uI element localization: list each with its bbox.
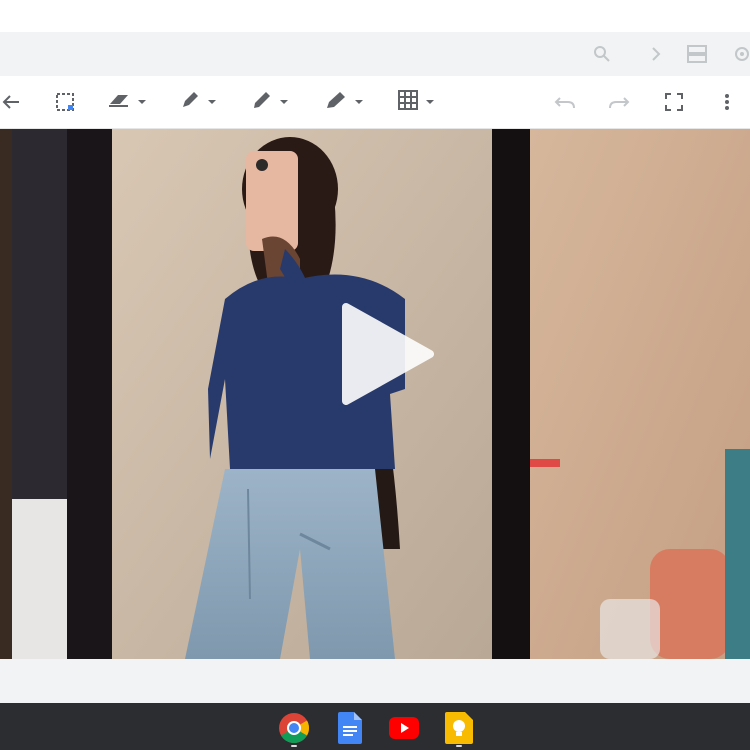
marker-tool[interactable] (180, 88, 216, 116)
video-thumbnail[interactable] (0, 129, 750, 659)
docs-app[interactable] (334, 712, 366, 744)
chevron-down-icon (426, 100, 434, 104)
chevron-right-icon[interactable] (644, 42, 668, 66)
chevron-down-icon (280, 100, 288, 104)
play-icon[interactable] (338, 299, 438, 414)
docs-icon (338, 712, 362, 744)
running-indicator (456, 745, 462, 747)
more-vert-icon[interactable] (724, 88, 730, 116)
redo-icon[interactable] (608, 88, 630, 116)
select-icon[interactable] (55, 88, 75, 116)
highlighter-tool[interactable] (325, 88, 363, 116)
marker-icon (180, 90, 200, 115)
grid-tool[interactable] (398, 88, 434, 116)
top-margin (0, 0, 750, 32)
eraser-tool[interactable] (108, 88, 146, 116)
search-icon[interactable] (590, 42, 614, 66)
fullscreen-icon[interactable] (665, 88, 683, 116)
pen-icon (252, 90, 272, 115)
drawing-toolbar (0, 76, 750, 129)
chevron-down-icon (355, 100, 363, 104)
viewer-footer (0, 659, 750, 703)
undo-icon[interactable] (554, 88, 576, 116)
chevron-down-icon (138, 100, 146, 104)
youtube-app[interactable] (388, 712, 420, 744)
back-arrow-icon[interactable] (2, 88, 20, 116)
grid-icon (398, 89, 418, 115)
keep-app[interactable] (443, 712, 475, 747)
eraser-icon (108, 92, 130, 113)
chrome-icon (279, 713, 309, 743)
pen-tool[interactable] (252, 88, 288, 116)
chrome-app[interactable] (278, 712, 310, 747)
chevron-down-icon (208, 100, 216, 104)
highlighter-icon (325, 90, 347, 115)
keep-icon (445, 712, 473, 744)
os-shelf (0, 703, 750, 750)
youtube-icon (389, 717, 419, 739)
running-indicator (291, 745, 297, 747)
viewer-header (0, 32, 750, 76)
settings-icon[interactable] (730, 42, 750, 66)
view-toggle-icon[interactable] (685, 42, 709, 66)
